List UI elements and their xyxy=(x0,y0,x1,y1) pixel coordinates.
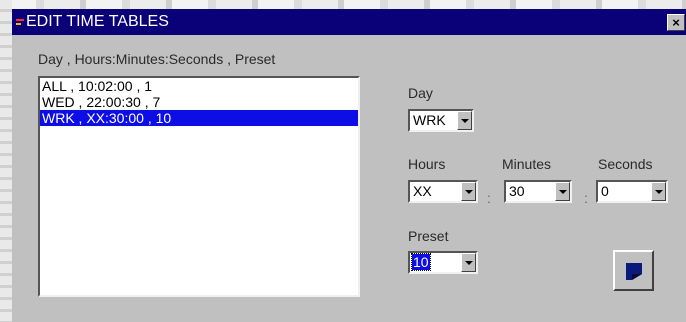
list-item-selected[interactable]: WRK , XX:30:00 , 10 xyxy=(40,110,358,126)
list-header: Day , Hours:Minutes:Seconds , Preset xyxy=(38,51,276,67)
seconds-label: Seconds xyxy=(598,156,653,172)
preset-value: 10 xyxy=(411,253,431,271)
minutes-select[interactable]: 30 xyxy=(504,180,572,203)
day-value: WRK xyxy=(413,112,446,128)
time-table-list[interactable]: ALL , 10:02:00 , 1 WED , 22:00:30 , 7 WR… xyxy=(38,76,360,297)
app-icon xyxy=(16,18,24,26)
hours-select[interactable]: XX xyxy=(408,180,478,203)
list-item[interactable]: ALL , 10:02:00 , 1 xyxy=(40,78,358,94)
title-bar: EDIT TIME TABLES × xyxy=(12,9,686,35)
minutes-value: 30 xyxy=(509,183,525,199)
day-select[interactable]: WRK xyxy=(408,109,474,132)
time-separator: : xyxy=(584,190,588,206)
chevron-down-icon[interactable] xyxy=(651,182,666,201)
time-separator: : xyxy=(487,190,491,206)
close-button[interactable]: × xyxy=(667,14,685,31)
seconds-select[interactable]: 0 xyxy=(596,180,668,203)
preset-select[interactable]: 10 xyxy=(408,251,478,274)
minutes-label: Minutes xyxy=(502,156,552,172)
hours-value: XX xyxy=(413,183,432,199)
hours-label: Hours xyxy=(408,156,446,172)
list-item[interactable]: WED , 22:00:30 , 7 xyxy=(40,94,358,110)
save-button[interactable] xyxy=(613,250,654,291)
desktop-background xyxy=(0,0,686,9)
preset-label: Preset xyxy=(408,228,449,244)
chevron-down-icon[interactable] xyxy=(457,111,472,130)
seconds-value: 0 xyxy=(601,183,609,199)
save-icon xyxy=(626,263,642,280)
edit-time-tables-dialog: EDIT TIME TABLES × Day , Hours:Minutes:S… xyxy=(12,9,686,322)
close-icon: × xyxy=(672,15,680,30)
window-title: EDIT TIME TABLES xyxy=(26,13,169,30)
chevron-down-icon[interactable] xyxy=(461,182,476,201)
desktop-background-left xyxy=(0,0,12,322)
chevron-down-icon[interactable] xyxy=(461,253,476,272)
day-label: Day xyxy=(408,85,433,101)
chevron-down-icon[interactable] xyxy=(555,182,570,201)
